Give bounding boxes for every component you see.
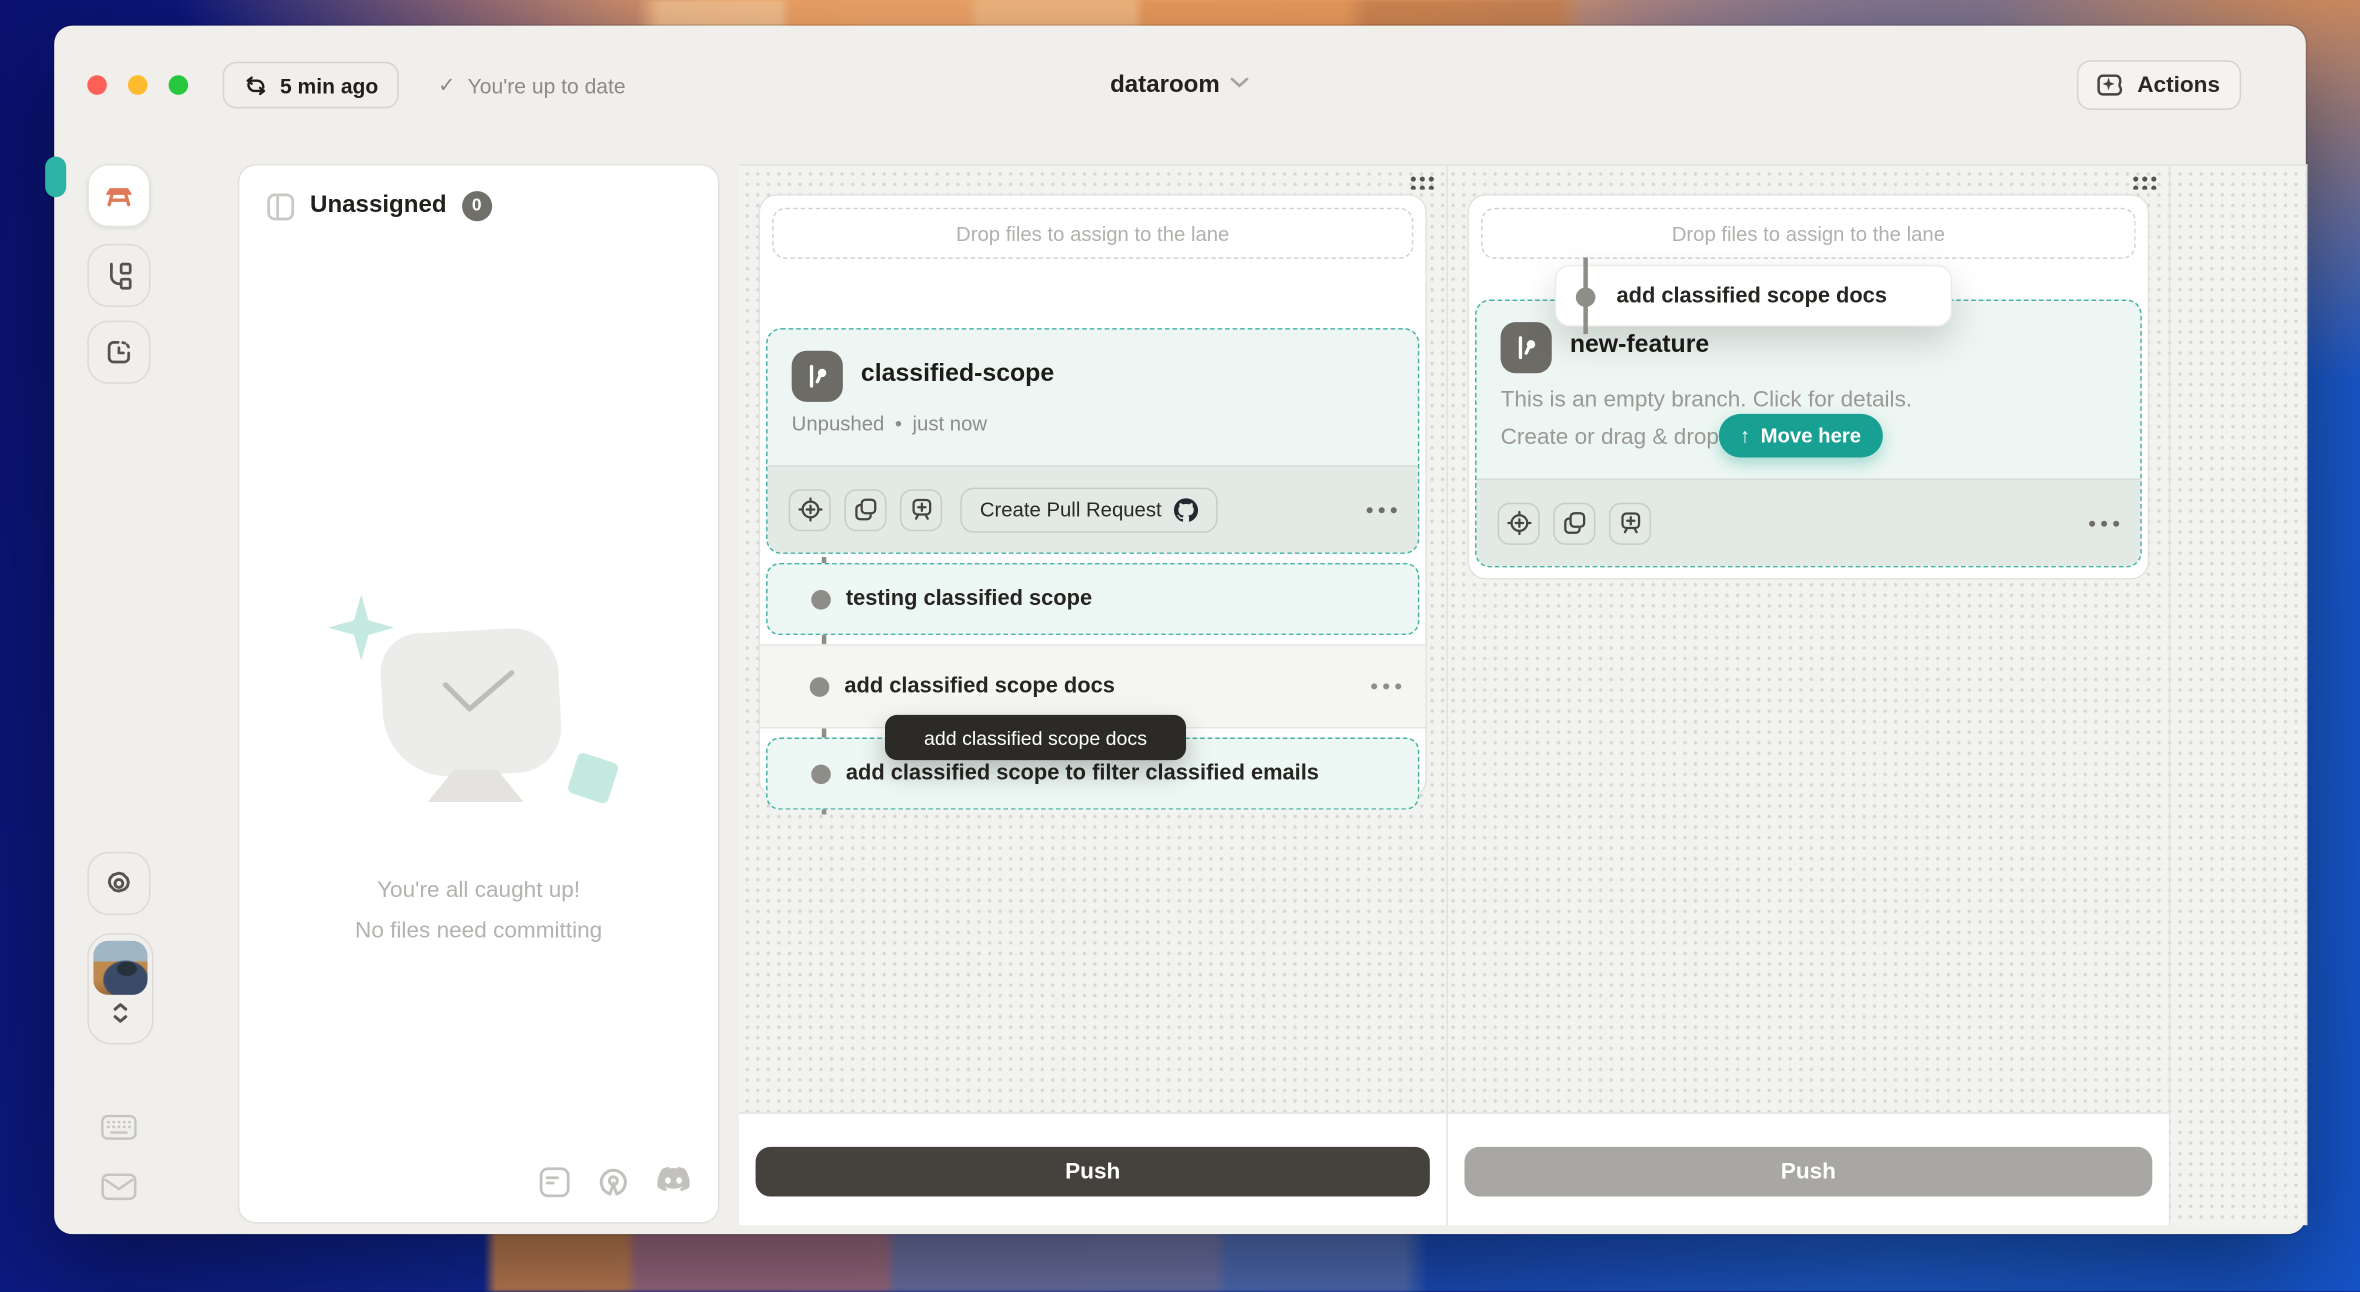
screen: 5 min ago ✓ You're up to date dataroom (0, 0, 2360, 1291)
branches-tab-button[interactable] (87, 244, 150, 307)
arrow-up-icon: ↑ (1740, 424, 1750, 447)
empty-state-text: You're all caught up! No files need comm… (239, 870, 718, 951)
account-switcher[interactable] (87, 933, 153, 1044)
overflow-menu-icon[interactable] (2089, 520, 2119, 526)
mail-feedback-icon[interactable] (101, 1172, 137, 1201)
drag-tooltip-text: add classified scope docs (924, 726, 1147, 749)
move-here-label: Move here (1761, 424, 1862, 447)
drag-tooltip: add classified scope docs (885, 715, 1186, 760)
project-name: dataroom (1110, 71, 1220, 98)
separator-dot: • (895, 412, 902, 435)
keyboard-shortcuts-icon[interactable] (101, 1114, 137, 1141)
drag-ghost-commit: add classified scope docs (1555, 265, 1952, 327)
lane-footer: Push (739, 1112, 1446, 1225)
empty-state-line2: No files need committing (239, 911, 718, 952)
commit-message: add classified scope docs (844, 674, 1114, 698)
actions-label: Actions (2137, 72, 2220, 98)
focus-target-button[interactable] (789, 488, 831, 530)
branch-toolbar (1477, 479, 2141, 566)
app-window: 5 min ago ✓ You're up to date dataroom (54, 26, 2306, 1235)
branch-card-header: classified-scope Unpushed • just now (768, 330, 1418, 435)
push-label: Push (1781, 1159, 1836, 1185)
commit-message: add classified scope to filter classifie… (846, 762, 1319, 786)
sparkle-shape (328, 595, 394, 661)
unassigned-header: Unassigned 0 (239, 166, 718, 247)
overflow-menu-icon[interactable] (1367, 506, 1397, 512)
history-tab-button[interactable] (87, 321, 150, 384)
checkmark-shape (439, 667, 517, 718)
lane-footer: Push (1448, 1112, 2169, 1225)
actions-button[interactable]: Actions (2077, 60, 2241, 110)
copy-button[interactable] (844, 488, 886, 530)
chevron-up-down-icon (110, 999, 131, 1026)
branch-badge-icon (1501, 322, 1552, 373)
stack-panel: Drop files to assign to the lane classif… (759, 194, 1427, 798)
branch-card-classified-scope[interactable]: classified-scope Unpushed • just now (766, 328, 1419, 554)
branch-name: new-feature (1570, 322, 2116, 360)
titlebar: 5 min ago ✓ You're up to date dataroom (54, 26, 2306, 140)
commit-dot-icon (811, 589, 831, 609)
branch-time: just now (913, 412, 988, 435)
open-source-icon[interactable] (598, 1166, 630, 1198)
gear-icon (102, 867, 135, 900)
commit-message: testing classified scope (846, 587, 1092, 611)
discord-icon[interactable] (656, 1166, 691, 1198)
branch-toolbar: Create Pull Request (768, 465, 1418, 552)
settings-button[interactable] (87, 852, 150, 915)
unassigned-title: Unassigned (310, 193, 446, 220)
history-clock-icon (102, 336, 135, 369)
panel-footer-links (539, 1166, 691, 1198)
chevron-down-icon (1230, 77, 1250, 89)
unassigned-panel: Unassigned 0 You're all caught up! No fi… (238, 164, 720, 1224)
lane-drag-handle-icon[interactable] (1407, 173, 1434, 190)
user-avatar (93, 941, 147, 995)
unassigned-count-badge: 0 (462, 191, 492, 221)
drop-zone[interactable]: Drop files to assign to the lane (1481, 208, 2136, 259)
commit-dot-icon (810, 677, 830, 697)
empty-state-line1: You're all caught up! (239, 870, 718, 911)
github-icon (1174, 497, 1198, 521)
push-button-disabled[interactable]: Push (1464, 1147, 2152, 1197)
actions-sparkle-icon (2094, 69, 2126, 101)
commit-row[interactable]: testing classified scope (766, 563, 1419, 635)
push-label: Push (1065, 1159, 1120, 1185)
copy-button[interactable] (1553, 502, 1595, 544)
lane-drag-handle-icon[interactable] (2130, 173, 2157, 190)
ghost-commit-message: add classified scope docs (1616, 284, 1886, 308)
lane-classified-scope: Drop files to assign to the lane classif… (739, 166, 1448, 1226)
project-selector[interactable]: dataroom (54, 62, 2306, 109)
workspace: Drop files to assign to the lane classif… (739, 164, 2307, 1225)
new-dependent-branch-button[interactable] (900, 488, 942, 530)
drop-zone-hint: Drop files to assign to the lane (1672, 222, 1945, 245)
workbench-table-icon (101, 178, 137, 214)
stack-panel: Drop files to assign to the lane new-fea… (1467, 194, 2149, 579)
commit-menu-icon[interactable] (1371, 683, 1401, 689)
focus-target-button[interactable] (1498, 502, 1540, 544)
lane-new-feature: Drop files to assign to the lane new-fea… (1448, 166, 2170, 1226)
branch-status: Unpushed (792, 412, 885, 435)
empty-state-illustration (328, 595, 629, 836)
branch-status-line: Unpushed • just now (792, 412, 1394, 435)
move-here-indicator: ↑ Move here (1719, 414, 1882, 458)
drop-zone-hint: Drop files to assign to the lane (956, 222, 1229, 245)
left-icon-rail (54, 140, 183, 1234)
drop-zone[interactable]: Drop files to assign to the lane (772, 208, 1413, 259)
ghost-commit-dot-icon (1576, 287, 1596, 307)
create-pull-request-label: Create Pull Request (980, 498, 1162, 521)
create-pull-request-button[interactable]: Create Pull Request (960, 487, 1217, 532)
changelog-icon[interactable] (539, 1166, 571, 1198)
branch-description-line1: This is an empty branch. Click for detai… (1501, 381, 2117, 419)
branch-name: classified-scope (861, 351, 1394, 389)
branches-icon (102, 259, 135, 292)
commit-dot-icon (811, 764, 831, 784)
new-dependent-branch-button[interactable] (1609, 502, 1651, 544)
push-button[interactable]: Push (756, 1147, 1430, 1197)
drawer-handle-tab[interactable] (45, 157, 66, 198)
split-panel-icon (266, 192, 295, 221)
diamond-shape (566, 752, 619, 805)
branch-badge-icon (792, 351, 843, 402)
workspace-tab-button[interactable] (87, 164, 150, 227)
